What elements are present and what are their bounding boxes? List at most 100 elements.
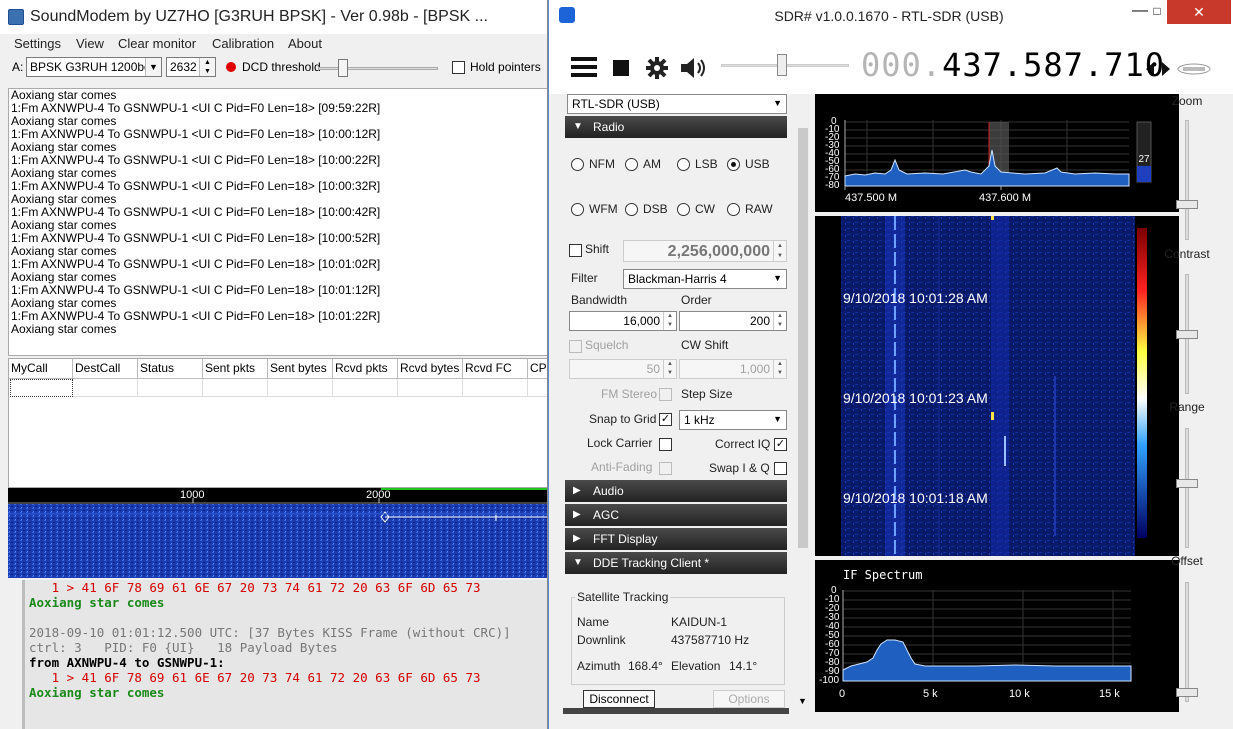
dcd-threshold-slider[interactable] [318, 58, 438, 78]
column-rcvd-fc[interactable]: Rcvd FC [463, 359, 528, 379]
sdr-waterfall[interactable]: 9/10/2018 10:01:28 AM 9/10/2018 10:01:23… [815, 216, 1179, 556]
audio-section-header[interactable]: ▶ Audio [565, 480, 787, 502]
cw-shift-input[interactable]: 1,000 ▲ ▼ [679, 359, 787, 379]
hold-pointers-label: Hold pointers [470, 60, 541, 74]
close-button[interactable]: ✕ [1167, 0, 1231, 24]
channel-label: A: [12, 60, 24, 74]
fft-spectrum[interactable]: 0 -10 -20 -30 -40 -50 -60 -70 -80 437.50… [815, 94, 1179, 212]
menu-about[interactable]: About [288, 36, 322, 51]
table-row[interactable] [73, 379, 547, 397]
filter-select[interactable]: Blackman-Harris 4 ▼ [623, 269, 787, 289]
menu-clear-monitor[interactable]: Clear monitor [118, 36, 196, 51]
maximize-button[interactable]: □ [1147, 0, 1167, 24]
column-status[interactable]: Status [138, 359, 203, 379]
cw-shift-label: CW Shift [681, 338, 729, 352]
zoom-slider-thumb[interactable] [1176, 200, 1198, 209]
monitor-log[interactable]: Aoxiang star comes 1:Fm AXNWPU-4 To GSNW… [8, 88, 547, 356]
offset-slider-thumb[interactable] [1176, 688, 1198, 697]
terminal-ctrl-line: ctrl: 3 PID: F0 {UI} 18 Payload Bytes [29, 640, 338, 655]
audio-waterfall[interactable]: 1000 2000 [8, 488, 547, 578]
table-row[interactable] [10, 379, 73, 397]
tracking-azimuth-label: Azimuth [577, 659, 621, 673]
range-slider-thumb[interactable] [1176, 479, 1198, 488]
squelch-checkbox[interactable] [569, 340, 582, 353]
slider-thumb[interactable] [338, 59, 348, 77]
step-size-select[interactable]: 1 kHz ▼ [679, 410, 787, 430]
center-frequency-spinner[interactable]: 2632 ▲ ▼ [166, 57, 216, 77]
speaker-icon[interactable] [679, 56, 707, 80]
range-slider-track[interactable] [1185, 428, 1189, 548]
dde-tracking-section-header[interactable]: ▼ DDE Tracking Client * [565, 552, 787, 574]
disconnect-button[interactable]: Disconnect [583, 690, 655, 708]
device-select[interactable]: RTL-SDR (USB) ▼ [567, 94, 787, 114]
connections-table[interactable]: MyCall DestCall Status Sent pkts Sent by… [8, 358, 547, 488]
contrast-label: Contrast [1164, 247, 1210, 261]
menu-calibration[interactable]: Calibration [212, 36, 274, 51]
scroll-down-icon[interactable]: ▼ [798, 696, 807, 706]
mode-usb-radio[interactable] [727, 158, 740, 171]
hold-pointers-checkbox[interactable] [452, 61, 465, 74]
shift-checkbox[interactable] [569, 244, 582, 257]
lock-carrier-checkbox[interactable] [659, 438, 672, 451]
menu-view[interactable]: View [76, 36, 104, 51]
kiss-terminal[interactable]: 1 > 41 6F 78 69 61 6E 67 20 73 74 61 72 … [22, 580, 547, 729]
expand-triangle-icon: ▶ [573, 485, 581, 496]
spinner-arrows-icon: ▲ ▼ [773, 360, 786, 378]
column-destcall[interactable]: DestCall [73, 359, 138, 379]
correct-iq-checkbox[interactable]: ✓ [774, 438, 787, 451]
menu-icon[interactable] [571, 56, 597, 78]
zoom-slider-track[interactable] [1185, 120, 1189, 240]
tracking-name-value: KAIDUN-1 [671, 615, 728, 629]
bandwidth-input[interactable]: 16,000 ▲ ▼ [569, 311, 677, 331]
mode-lsb-radio[interactable] [677, 158, 690, 171]
anti-fading-label: Anti-Fading [591, 460, 653, 474]
fft-display-section-header[interactable]: ▶ FFT Display [565, 528, 787, 550]
mode-dsb-radio[interactable] [625, 203, 638, 216]
menu-settings[interactable]: Settings [14, 36, 61, 51]
column-rcvd-pkts[interactable]: Rcvd pkts [333, 359, 398, 379]
shift-input[interactable]: 2,256,000,000 ▲ ▼ [623, 240, 787, 262]
terminal-hex-line: 1 > 41 6F 78 69 61 6E 67 20 73 74 61 72 … [29, 580, 481, 595]
center-frequency-value: 2632 [170, 60, 197, 74]
column-rcvd-bytes[interactable]: Rcvd bytes [398, 359, 463, 379]
swap-iq-checkbox[interactable] [774, 462, 787, 475]
mode-nfm-radio[interactable] [571, 158, 584, 171]
terminal-text-line: Aoxiang star comes [29, 595, 165, 610]
radio-section-header[interactable]: ▼ Radio [565, 116, 787, 138]
offset-slider-track[interactable] [1185, 582, 1189, 702]
terminal-hex-line: 1 > 41 6F 78 69 61 6E 67 20 73 74 61 72 … [29, 670, 481, 685]
agc-section-header[interactable]: ▶ AGC [565, 504, 787, 526]
order-input[interactable]: 200 ▲ ▼ [679, 311, 787, 331]
spinner-arrows-icon: ▲ ▼ [663, 360, 676, 378]
column-mycall[interactable]: MyCall [9, 359, 73, 379]
mode-raw-radio[interactable] [727, 203, 740, 216]
stop-icon[interactable] [613, 60, 629, 76]
panel-scrollbar[interactable]: ▼ [797, 128, 809, 708]
fft-display-section-label: FFT Display [593, 532, 658, 546]
column-sent-bytes[interactable]: Sent bytes [268, 359, 333, 379]
dcd-indicator-icon [226, 62, 236, 72]
if-spectrum[interactable]: IF Spectrum 0 -10 -20 -30 -40 -50 -60 -7… [815, 560, 1179, 712]
mode-select[interactable]: BPSK G3RUH 1200bd ▼ [26, 57, 162, 77]
mode-wfm-radio[interactable] [571, 203, 584, 216]
tracking-elevation-value: 14.1° [729, 659, 758, 673]
fm-stereo-checkbox[interactable] [659, 388, 672, 401]
bandwidth-value: 16,000 [623, 314, 660, 328]
slider-thumb[interactable] [777, 54, 787, 76]
if-spectrum-title: IF Spectrum [843, 568, 923, 582]
mode-am-radio[interactable] [625, 158, 638, 171]
gear-icon[interactable] [645, 56, 669, 80]
column-cps[interactable]: CPS [528, 359, 547, 379]
tracking-azimuth-value: 168.4° [628, 659, 663, 673]
mode-cw-radio[interactable] [677, 203, 690, 216]
contrast-slider-thumb[interactable] [1176, 330, 1198, 339]
scrollbar-thumb[interactable] [798, 128, 808, 548]
anti-fading-checkbox[interactable] [659, 462, 672, 475]
volume-slider[interactable] [721, 36, 849, 76]
frequency-display[interactable]: 000.437.587.710 [861, 46, 1165, 84]
chevron-down-icon: ▼ [773, 273, 782, 283]
options-button[interactable]: Options [713, 690, 785, 708]
snap-to-grid-checkbox[interactable]: ✓ [659, 413, 672, 426]
squelch-input[interactable]: 50 ▲ ▼ [569, 359, 677, 379]
column-sent-pkts[interactable]: Sent pkts [203, 359, 268, 379]
